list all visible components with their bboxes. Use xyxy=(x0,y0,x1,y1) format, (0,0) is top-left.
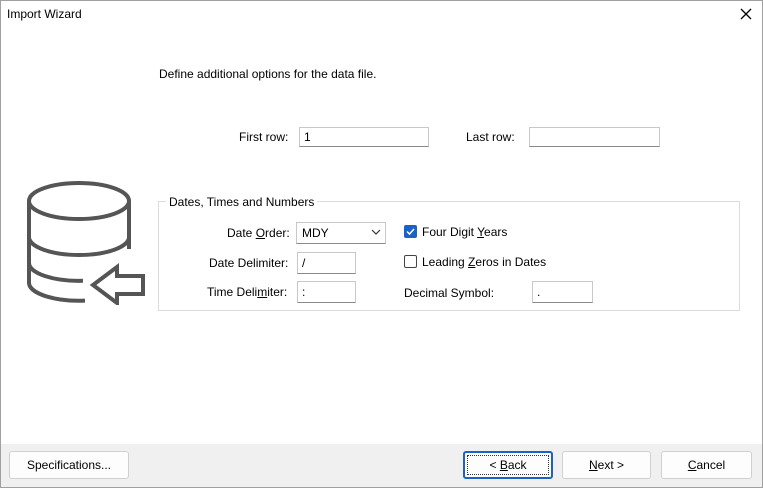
time-delimiter-label: Time Delimiter: xyxy=(207,285,288,299)
decimal-symbol-label: Decimal Symbol: xyxy=(404,286,495,300)
last-row-input[interactable] xyxy=(529,127,660,147)
date-order-value: MDY xyxy=(302,226,329,240)
specifications-button[interactable]: Specifications... xyxy=(9,451,129,479)
date-order-label: Date Order: xyxy=(227,226,290,240)
first-row-input[interactable] xyxy=(299,127,429,147)
four-digit-years-checkbox[interactable] xyxy=(404,225,417,238)
database-import-icon xyxy=(27,181,145,305)
back-button[interactable]: < Back xyxy=(463,451,553,479)
leading-zeros-label: Leading Zeros in Dates xyxy=(422,255,547,269)
date-delimiter-label: Date Delimiter: xyxy=(209,256,289,270)
leading-zeros-checkbox[interactable] xyxy=(404,255,417,268)
last-row-label: Last row: xyxy=(466,130,515,144)
description-text: Define additional options for the data f… xyxy=(159,67,377,81)
time-delimiter-input[interactable] xyxy=(297,281,356,303)
date-order-select[interactable]: MDY xyxy=(296,222,386,244)
button-bar: Specifications... < Back Next > Cancel xyxy=(1,444,762,487)
decimal-symbol-input[interactable] xyxy=(532,281,593,303)
close-button[interactable] xyxy=(734,3,758,25)
next-button[interactable]: Next > xyxy=(562,451,651,479)
first-row-label: First row: xyxy=(239,130,289,144)
cancel-button[interactable]: Cancel xyxy=(661,451,752,479)
import-wizard-window: Import Wizard Define additional options … xyxy=(0,0,763,488)
four-digit-years-label: Four Digit Years xyxy=(422,225,508,239)
date-delimiter-input[interactable] xyxy=(297,252,356,274)
window-title: Import Wizard xyxy=(7,7,82,21)
group-title: Dates, Times and Numbers xyxy=(166,195,318,209)
checkmark-icon xyxy=(406,228,415,236)
chevron-down-icon xyxy=(371,229,381,235)
close-icon xyxy=(740,8,752,20)
